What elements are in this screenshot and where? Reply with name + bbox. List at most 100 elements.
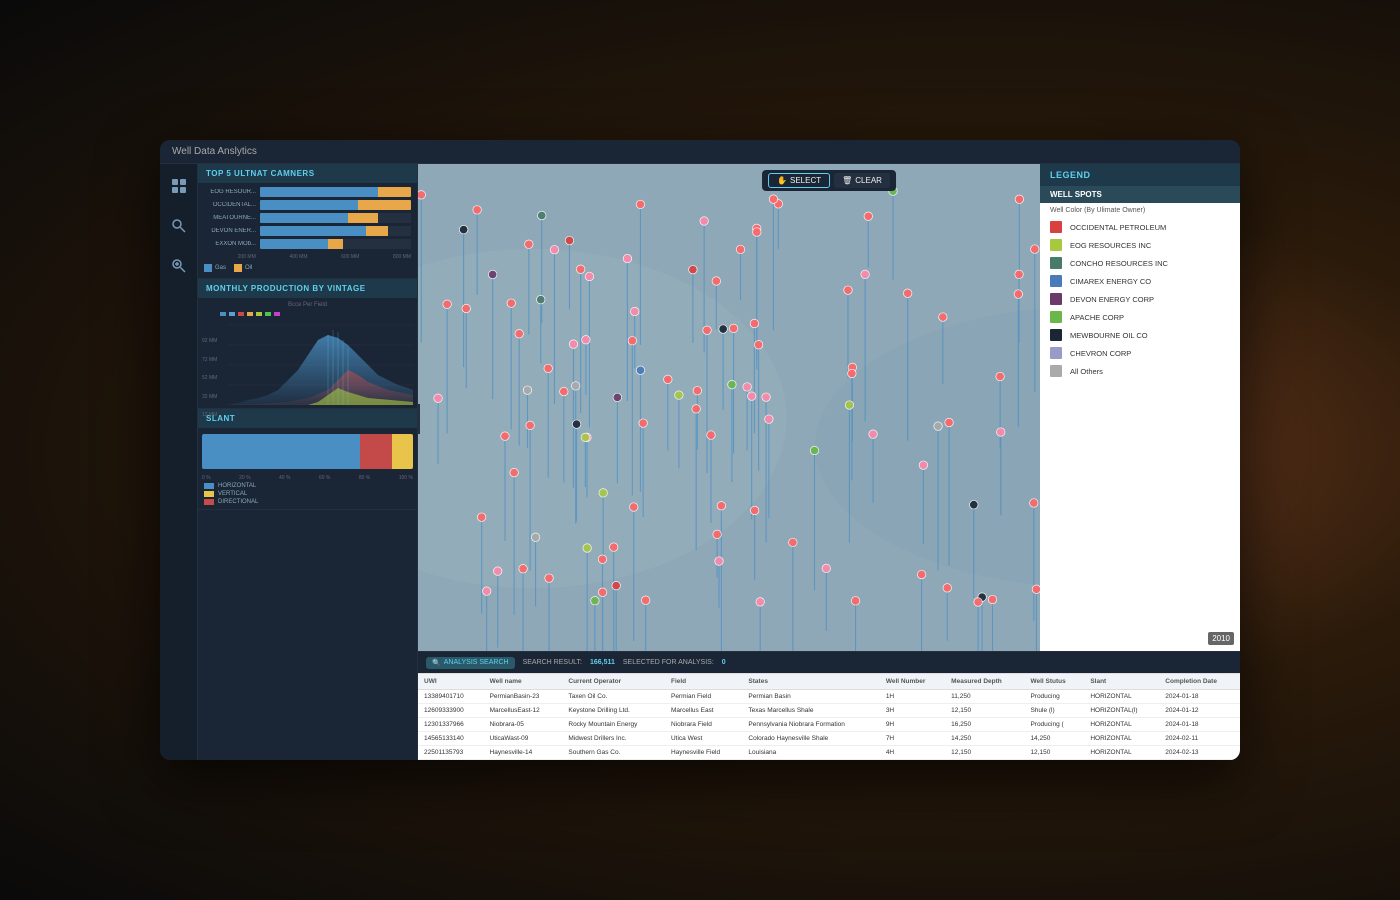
directional-legend: DIRECTIONAL — [204, 499, 411, 505]
bar-label: DEVON ENER... — [204, 228, 256, 234]
bar-row: OCCIDENTAL... — [204, 200, 411, 210]
vintage-dot-5 — [256, 312, 262, 316]
data-table: UWIWell nameCurrent OperatorFieldStatesW… — [418, 674, 1240, 760]
gas-bar — [260, 200, 358, 210]
select-button[interactable]: ✋ SELECT — [768, 173, 830, 188]
legend-color — [1050, 257, 1062, 269]
legend-entry: CIMAREX ENERGY CO — [1040, 272, 1240, 290]
table-column-header: States — [742, 674, 879, 690]
map-collapse-button[interactable]: ‹ — [418, 404, 420, 434]
table-cell: Texas Marcellus Shale — [742, 704, 879, 718]
vertical-legend: VERTICAL — [204, 491, 411, 497]
oil-legend-color — [234, 264, 242, 272]
table-header-row: UWIWell nameCurrent OperatorFieldStatesW… — [418, 674, 1240, 690]
table-cell: Taxen Oil Co. — [562, 690, 665, 704]
table-cell: HORIZONTAL(l) — [1084, 704, 1159, 718]
table-cell: 13389401710 — [418, 690, 484, 704]
table-cell: Rocky Mountain Energy — [562, 718, 665, 732]
table-cell: 12301337966 — [418, 718, 484, 732]
production-header: MONTHLY PRODUCTION BY VINTAGE — [198, 279, 417, 298]
legend-color — [1050, 293, 1062, 305]
table-cell: HORIZONTAL — [1084, 732, 1159, 746]
bar-legend: Gas Oil — [204, 262, 411, 274]
directional-label: DIRECTIONAL — [218, 499, 258, 505]
legend-entries: OCCIDENTAL PETROLEUM EOG RESOURCES INC C… — [1040, 218, 1240, 380]
vintage-dot-4 — [247, 312, 253, 316]
table-cell: HORIZONTAL — [1084, 718, 1159, 732]
oil-bar — [366, 226, 389, 236]
table-cell: 12,150 — [945, 704, 1024, 718]
horizontal-bar — [202, 434, 360, 469]
vintage-dot-2 — [229, 312, 235, 316]
table-cell: 22501135793 — [418, 746, 484, 760]
oil-bar — [378, 187, 411, 197]
table-cell: 16,250 — [945, 718, 1024, 732]
vintage-legend — [200, 310, 415, 318]
table-cell: Permian Basin — [742, 690, 879, 704]
table-cell: 1H — [880, 690, 945, 704]
left-panel: TOP 5 ULTNAT CAMNERS EOG RESOUR... OCCID… — [198, 164, 418, 760]
table-cell: Permian Field — [665, 690, 742, 704]
bar-label: EXXON MOb... — [204, 241, 256, 247]
search-small-icon: 🔍 — [432, 659, 441, 667]
table-cell: Niobrara-05 — [484, 718, 563, 732]
chart-subtitle: Bcce Per Field — [200, 302, 415, 308]
table-row[interactable]: 12301337966Niobrara-05Rocky Mountain Ene… — [418, 718, 1240, 732]
bar-label: EOG RESOUR... — [204, 189, 256, 195]
table-column-header: Current Operator — [562, 674, 665, 690]
slant-header: SLANT — [198, 409, 417, 428]
oil-bar — [328, 239, 343, 249]
table-cell: 11,250 — [945, 690, 1024, 704]
legend-color — [1050, 347, 1062, 359]
oil-legend-item: Oil — [234, 264, 252, 272]
table-cell: Producing — [1024, 690, 1084, 704]
table-cell: 14565133140 — [418, 732, 484, 746]
analysis-bar: 🔍 ANALYSIS SEARCH SEARCH RESULT: 166,511… — [418, 651, 1240, 673]
map-area: ‹ ✋ SELECT 🗑 CLEAR LEGEND WELL SPOTS — [418, 164, 1240, 673]
legend-title: LEGEND — [1040, 164, 1240, 186]
legend-color — [1050, 311, 1062, 323]
table-row[interactable]: 22501135793Haynesville-14Southern Gas Co… — [418, 746, 1240, 760]
search-icon[interactable] — [167, 214, 191, 238]
gas-bar — [260, 187, 378, 197]
table-cell: Shule (l) — [1024, 704, 1084, 718]
bar-track — [260, 187, 411, 197]
bar-track — [260, 226, 411, 236]
table-row[interactable]: 14565133140UticaWast-09Midwest Drillers … — [418, 732, 1240, 746]
bar-row: EOG RESOUR... — [204, 187, 411, 197]
clear-button[interactable]: 🗑 CLEAR — [834, 173, 890, 188]
table-column-header: Well name — [484, 674, 563, 690]
legend-label: MEWBOURNE OIL CO — [1070, 331, 1148, 340]
legend-entry: EOG RESOURCES INC — [1040, 236, 1240, 254]
vintage-dot-7 — [274, 312, 280, 316]
legend-entry: APACHE CORP — [1040, 308, 1240, 326]
gas-legend-item: Gas — [204, 264, 226, 272]
legend-label: EOG RESOURCES INC — [1070, 241, 1151, 250]
slant-section: SLANT 0 % 20 % 40 % 60 % 80 % 100 % HORI… — [198, 409, 417, 510]
table-column-header: Completion Date — [1159, 674, 1240, 690]
table-cell: 14,250 — [945, 732, 1024, 746]
table-cell: 14,250 — [1024, 732, 1084, 746]
table-row[interactable]: 13389401710PermianBasin-23Taxen Oil Co.P… — [418, 690, 1240, 704]
table-cell: 7H — [880, 732, 945, 746]
bar-label: MEATOURNE... — [204, 215, 256, 221]
search-result-label: SEARCH RESULT: — [523, 659, 582, 666]
vertical-color — [204, 491, 214, 497]
well-color-subtitle: Well Color (By Ulimate Owner) — [1040, 203, 1240, 218]
cursor-icon: ✋ — [777, 176, 787, 185]
selected-value: 0 — [722, 659, 726, 666]
main-layout: TOP 5 ULTNAT CAMNERS EOG RESOUR... OCCID… — [160, 164, 1240, 760]
table-row[interactable]: 12609333900MarcellusEast-12Keystone Dril… — [418, 704, 1240, 718]
table-cell: 2024-01-18 — [1159, 690, 1240, 704]
legend-label: OCCIDENTAL PETROLEUM — [1070, 223, 1166, 232]
slant-bar — [202, 434, 413, 469]
analysis-search-button[interactable]: 🔍 ANALYSIS SEARCH — [426, 657, 515, 669]
zoom-in-icon[interactable] — [167, 254, 191, 278]
year-badge: 2010 — [1208, 632, 1234, 645]
bar-track — [260, 200, 411, 210]
table-column-header: Well Number — [880, 674, 945, 690]
top5-section: TOP 5 ULTNAT CAMNERS EOG RESOUR... OCCID… — [198, 164, 417, 279]
table-cell: HORIZONTAL — [1084, 746, 1159, 760]
dashboard-icon[interactable] — [167, 174, 191, 198]
production-section: MONTHLY PRODUCTION BY VINTAGE Bcce Per F… — [198, 279, 417, 409]
